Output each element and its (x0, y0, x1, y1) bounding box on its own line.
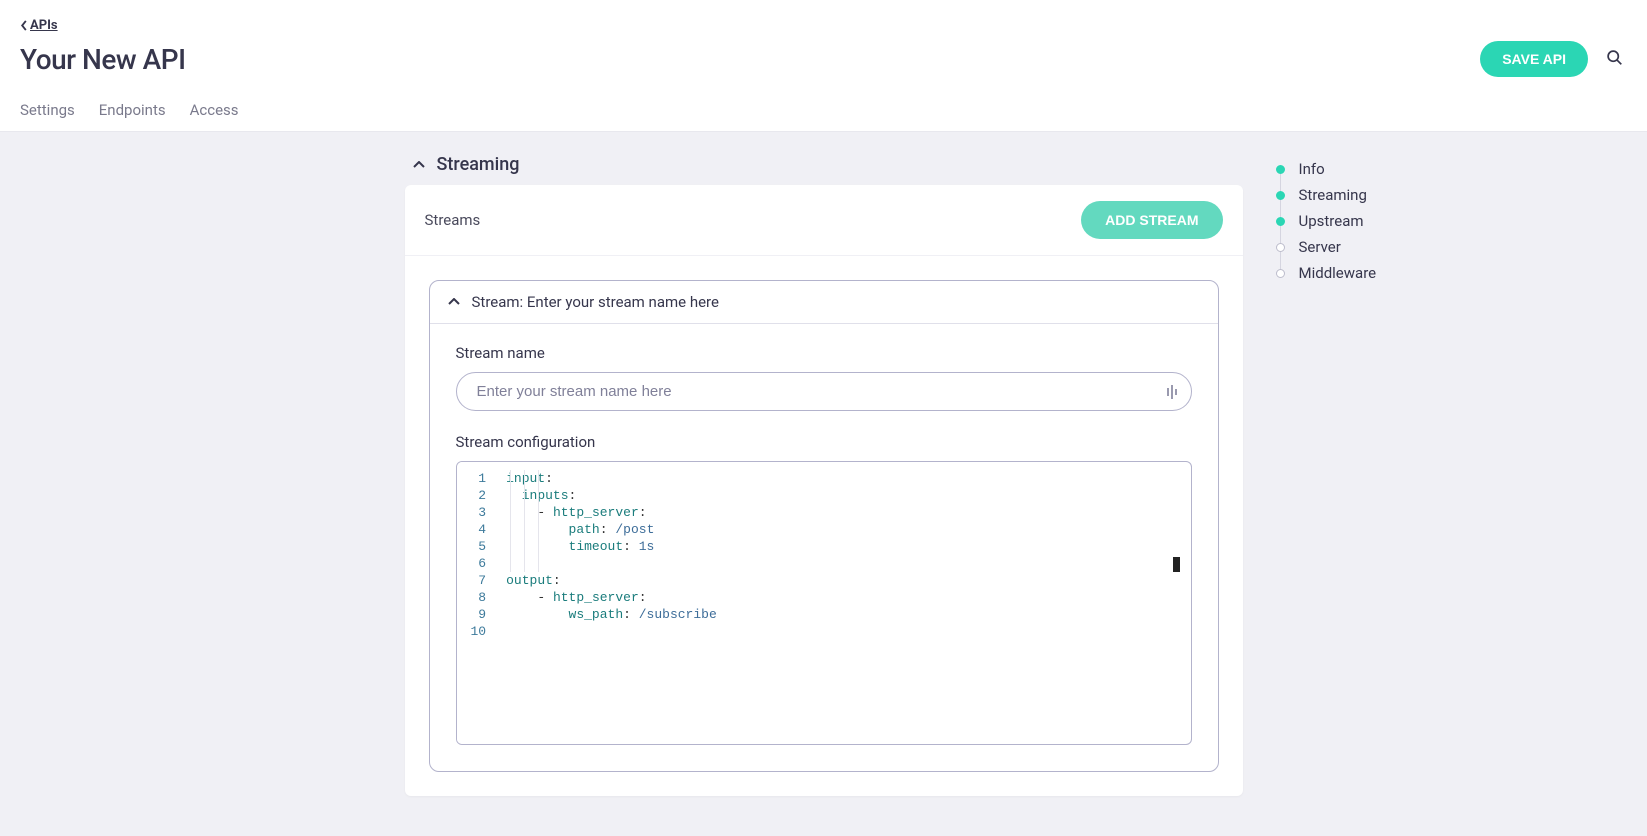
line-number: 1 (471, 470, 487, 487)
search-button[interactable] (1602, 45, 1627, 73)
code-line: timeout: 1s (506, 538, 1190, 555)
nav-label: Server (1299, 238, 1341, 256)
stream-header-text: Stream: Enter your stream name here (472, 293, 719, 311)
chevron-left-icon (20, 20, 28, 31)
chevron-up-icon (413, 161, 425, 169)
line-number: 4 (471, 521, 487, 538)
stream-config-label: Stream configuration (456, 433, 1192, 451)
code-line: - http_server: (506, 504, 1190, 521)
line-number: 5 (471, 538, 487, 555)
save-api-button[interactable]: SAVE API (1480, 41, 1588, 77)
line-number: 10 (471, 623, 487, 640)
code-line (506, 623, 1190, 640)
stream-panel: Stream: Enter your stream name here Stre… (429, 280, 1219, 772)
stream-panel-toggle[interactable]: Stream: Enter your stream name here (430, 281, 1218, 324)
nav-dot (1276, 191, 1285, 200)
nav-label: Streaming (1299, 186, 1367, 204)
code-line: input: (506, 470, 1190, 487)
nav-label: Upstream (1299, 212, 1364, 230)
nav-dot (1276, 217, 1285, 226)
nav-item-server[interactable]: Server (1276, 234, 1456, 260)
section-toggle[interactable]: Streaming (405, 148, 1243, 185)
search-icon (1606, 49, 1623, 66)
tab-access[interactable]: Access (190, 91, 239, 131)
line-number: 6 (471, 555, 487, 572)
code-line (506, 555, 1190, 572)
tab-endpoints[interactable]: Endpoints (99, 91, 166, 131)
code-line: - http_server: (506, 589, 1190, 606)
code-line: output: (506, 572, 1190, 589)
stream-name-label: Stream name (456, 344, 1192, 362)
section-title: Streaming (437, 154, 520, 175)
nav-label: Info (1299, 160, 1325, 178)
chevron-up-icon (448, 298, 460, 306)
nav-item-middleware[interactable]: Middleware (1276, 260, 1456, 286)
nav-dot (1276, 165, 1285, 174)
line-number: 8 (471, 589, 487, 606)
code-area[interactable]: input: inputs: - http_server: path: /pos… (496, 462, 1190, 744)
line-number: 9 (471, 606, 487, 623)
code-line: path: /post (506, 521, 1190, 538)
tabs: Settings Endpoints Access (20, 91, 1627, 131)
nav-item-upstream[interactable]: Upstream (1276, 208, 1456, 234)
breadcrumb-label: APIs (30, 18, 58, 33)
nav-item-streaming[interactable]: Streaming (1276, 182, 1456, 208)
streams-label: Streams (425, 211, 481, 229)
breadcrumb-back-link[interactable]: APIs (20, 0, 58, 33)
line-number: 7 (471, 572, 487, 589)
streaming-card: Streams ADD STREAM Stream: Enter your st… (405, 185, 1243, 796)
line-number: 2 (471, 487, 487, 504)
nav-dot (1276, 269, 1285, 278)
tab-settings[interactable]: Settings (20, 91, 75, 131)
add-stream-button[interactable]: ADD STREAM (1081, 201, 1222, 239)
text-cursor (1173, 557, 1180, 572)
line-number: 3 (471, 504, 487, 521)
code-line: ws_path: /subscribe (506, 606, 1190, 623)
nav-dot (1276, 243, 1285, 252)
voice-input-icon (1166, 385, 1178, 399)
stream-name-input[interactable] (456, 372, 1192, 411)
code-editor[interactable]: 12345678910 input: inputs: - http_server… (456, 461, 1192, 745)
code-line: inputs: (506, 487, 1190, 504)
code-gutter: 12345678910 (457, 462, 497, 744)
nav-label: Middleware (1299, 264, 1377, 282)
page-title: Your New API (20, 43, 186, 76)
section-nav: Info Streaming Upstream Server Middleware (1276, 156, 1456, 286)
nav-item-info[interactable]: Info (1276, 156, 1456, 182)
